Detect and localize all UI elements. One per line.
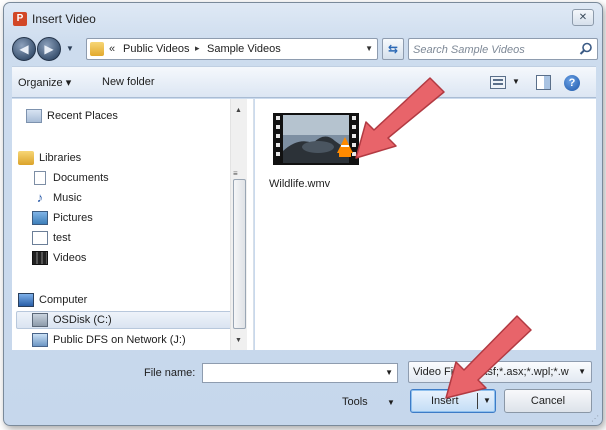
- videos-icon: [32, 251, 48, 265]
- back-button[interactable]: ◀: [12, 37, 36, 61]
- recent-pages-dropdown-icon[interactable]: ▼: [66, 44, 74, 53]
- sidebar-item-public-dfs[interactable]: Public DFS on Network (J:): [32, 331, 186, 349]
- organize-button[interactable]: Organize ▾: [18, 76, 71, 89]
- sidebar-item-osdisk[interactable]: OSDisk (C:): [32, 311, 112, 329]
- sidebar-item-label: Public DFS on Network (J:): [53, 334, 186, 346]
- powerpoint-icon: P: [13, 12, 27, 26]
- sidebar-item-music[interactable]: ♪ Music: [32, 189, 82, 207]
- file-name-dropdown-icon[interactable]: ▼: [385, 368, 393, 377]
- sidebar-item-label: Music: [53, 192, 82, 204]
- file-type-filter[interactable]: Video Files (*.asf;*.asx;*.wpl;*.w ▼: [408, 361, 592, 383]
- breadcrumb-sample-videos[interactable]: Sample Videos: [207, 43, 281, 55]
- change-view-icon[interactable]: [490, 76, 506, 89]
- insert-options-dropdown-icon[interactable]: ▼: [483, 396, 491, 405]
- network-drive-icon: [32, 333, 48, 347]
- sidebar-item-label: OSDisk (C:): [53, 314, 112, 326]
- sidebar-item-label: Documents: [53, 172, 109, 184]
- sidebar-item-pictures[interactable]: Pictures: [32, 209, 93, 227]
- tools-dropdown-icon[interactable]: ▼: [387, 398, 395, 407]
- sidebar-item-label: Computer: [39, 294, 88, 306]
- test-library-icon: [32, 231, 48, 245]
- computer-icon: [18, 293, 34, 307]
- resize-grip-icon[interactable]: ⋰: [591, 414, 599, 423]
- folder-icon: [90, 42, 104, 56]
- sidebar-item-recent-places[interactable]: Recent Places: [26, 107, 118, 125]
- recent-places-icon: [26, 109, 42, 123]
- sidebar-item-computer[interactable]: Computer: [18, 291, 87, 309]
- navigation-row: ◀ ▶ ▼ « Public Videos ▸ Sample Videos ▼ …: [4, 35, 602, 63]
- file-list: Wildlife.wmv: [255, 99, 596, 350]
- breadcrumb-separator-icon[interactable]: ▸: [195, 43, 200, 54]
- search-icon[interactable]: [578, 41, 594, 57]
- navigation-scrollbar[interactable]: ▲ ≡ ▼: [230, 99, 247, 350]
- sidebar-item-documents[interactable]: Documents: [32, 169, 109, 187]
- file-type-filter-value: Video Files (*.asf;*.asx;*.wpl;*.w: [413, 366, 569, 378]
- tools-button[interactable]: Tools: [342, 396, 368, 408]
- cancel-button[interactable]: Cancel: [504, 389, 592, 413]
- refresh-button[interactable]: ⇆: [382, 38, 404, 60]
- pictures-icon: [32, 211, 48, 225]
- insert-video-dialog: P Insert Video ✕ ◀ ▶ ▼ « Public Videos ▸…: [3, 2, 603, 426]
- search-input[interactable]: [413, 42, 573, 57]
- close-button[interactable]: ✕: [572, 9, 594, 26]
- scroll-up-icon[interactable]: ▲: [235, 107, 242, 114]
- insert-split-divider: [477, 393, 478, 409]
- breadcrumb-public-videos[interactable]: Public Videos: [123, 43, 189, 55]
- documents-icon: [34, 171, 46, 185]
- video-thumbnail-icon[interactable]: [273, 113, 359, 165]
- filter-dropdown-icon[interactable]: ▼: [578, 367, 586, 376]
- sidebar-item-label: test: [53, 232, 71, 244]
- libraries-icon: [18, 151, 34, 165]
- insert-button-label: Insert: [431, 395, 459, 407]
- history-buttons: ◀ ▶ ▼: [12, 37, 82, 61]
- command-toolbar: Organize ▾ New folder ▼ ?: [12, 66, 596, 98]
- breadcrumb-overflow[interactable]: «: [109, 43, 115, 55]
- insert-button[interactable]: Insert ▼: [410, 389, 496, 413]
- window-title: Insert Video: [32, 12, 96, 26]
- sidebar-item-label: Pictures: [53, 212, 93, 224]
- preview-pane-icon[interactable]: [536, 75, 551, 90]
- disk-icon: [32, 313, 48, 327]
- sidebar-item-label: Videos: [53, 252, 87, 264]
- file-name-input[interactable]: [206, 366, 376, 380]
- scroll-down-icon[interactable]: ▼: [235, 337, 242, 344]
- sidebar-item-label: Recent Places: [47, 110, 118, 122]
- address-bar[interactable]: « Public Videos ▸ Sample Videos ▼: [86, 38, 378, 60]
- view-options-dropdown-icon[interactable]: ▼: [512, 77, 520, 86]
- new-folder-button[interactable]: New folder: [102, 76, 155, 88]
- sidebar-item-libraries[interactable]: Libraries: [18, 149, 81, 167]
- sidebar-item-videos[interactable]: Videos: [32, 249, 86, 267]
- scroll-thumb[interactable]: [233, 179, 246, 329]
- address-dropdown-icon[interactable]: ▼: [365, 44, 373, 53]
- sidebar-item-test[interactable]: test: [32, 229, 71, 247]
- sidebar-item-label: Libraries: [39, 152, 82, 164]
- file-name-label[interactable]: Wildlife.wmv: [269, 178, 330, 190]
- file-name-field-label: File name:: [144, 367, 196, 379]
- forward-button[interactable]: ▶: [37, 37, 61, 61]
- title-bar: P Insert Video ✕: [4, 3, 602, 33]
- music-icon: ♪: [36, 190, 44, 205]
- scroll-grip-icon: ≡: [233, 169, 238, 178]
- navigation-pane: Recent Places Libraries Documents ♪ Musi…: [12, 99, 254, 350]
- search-box[interactable]: [408, 38, 598, 60]
- help-icon[interactable]: ?: [564, 75, 580, 91]
- file-name-combo[interactable]: ▼: [202, 363, 398, 383]
